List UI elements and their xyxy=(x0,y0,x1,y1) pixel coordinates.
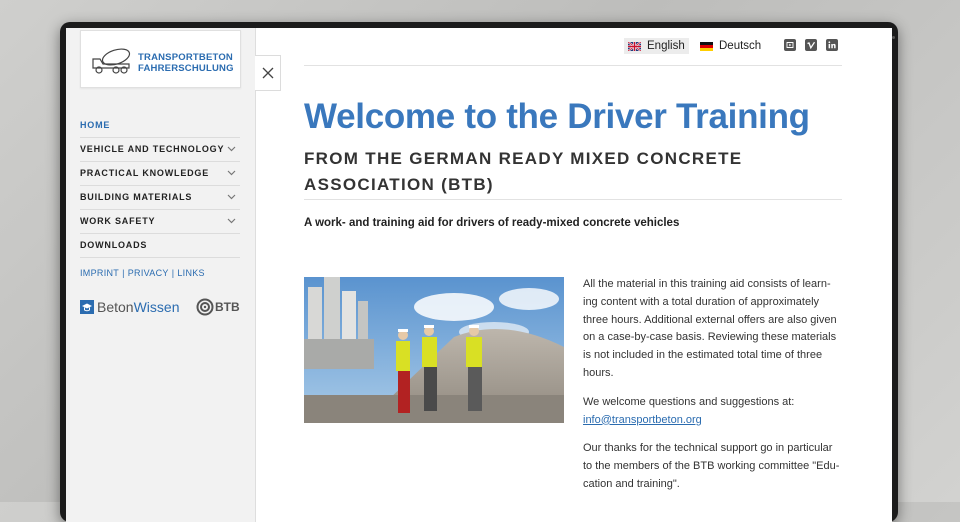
intro-paragraph-1: All the material in this training aid co… xyxy=(583,278,837,379)
concrete-plant-workers-image xyxy=(304,277,564,423)
divider xyxy=(80,257,240,258)
sidebar-item-label: HOME xyxy=(80,120,111,130)
chevron-down-icon[interactable] xyxy=(227,146,236,152)
sidebar-nav: HOME VEHICLE AND TECHNOLOGY PRACTICAL KN… xyxy=(80,114,240,257)
language-english[interactable]: English xyxy=(624,38,689,54)
logo-line-2: FAHRERSCHULUNG xyxy=(138,63,234,74)
top-bar: English Deutsch xyxy=(304,28,842,66)
sidebar-item-label: VEHICLE AND TECHNOLOGY xyxy=(80,144,225,154)
thanks-paragraph: Our thanks for the technical support go … xyxy=(583,442,840,490)
camera-dot xyxy=(892,36,895,39)
youtube-icon[interactable] xyxy=(784,39,796,51)
page-tagline: A work- and training aid for drivers of … xyxy=(304,217,680,229)
betonwissen-logo[interactable]: BetonWissen xyxy=(80,298,180,316)
linkedin-icon[interactable] xyxy=(826,39,838,51)
chevron-down-icon[interactable] xyxy=(227,218,236,224)
logo-wordmark: TRANSPORTBETON FAHRERSCHULUNG xyxy=(138,52,234,74)
link-separator: | xyxy=(122,268,125,278)
link-separator: | xyxy=(171,268,175,278)
page-subtitle: FROM THE GERMAN READY MIXED CONCRETE ASS… xyxy=(304,149,743,194)
sidebar-item-work-safety[interactable]: WORK SAFETY xyxy=(80,210,240,234)
sidebar-item-building-materials[interactable]: BUILDING MATERIALS xyxy=(80,186,240,210)
email-link[interactable]: info@transportbeton.org xyxy=(583,414,702,426)
sidebar-item-label: BUILDING MATERIALS xyxy=(80,192,193,202)
uk-flag-icon xyxy=(628,41,641,51)
germany-flag-icon xyxy=(700,41,713,51)
logo-line-1: TRANSPORTBETON xyxy=(138,52,233,63)
contact-paragraph: We welcome questions and suggestions at:… xyxy=(583,394,842,430)
language-german[interactable]: Deutsch xyxy=(696,38,765,54)
chevron-down-icon[interactable] xyxy=(227,170,236,176)
language-label: Deutsch xyxy=(719,40,762,52)
btb-emblem-icon xyxy=(196,298,214,316)
sidebar-item-practical-knowledge[interactable]: PRACTICAL KNOWLEDGE xyxy=(80,162,240,186)
betonwissen-wordmark: BetonWissen xyxy=(97,299,180,315)
hero-photo xyxy=(304,277,564,423)
sidebar-item-label: PRACTICAL KNOWLEDGE xyxy=(80,168,210,178)
sidebar-item-vehicle-and-technology[interactable]: VEHICLE AND TECHNOLOGY xyxy=(80,138,240,162)
close-icon xyxy=(262,67,273,79)
graduation-cap-icon xyxy=(80,300,94,314)
sidebar: TRANSPORTBETON FAHRERSCHULUNG HOME VEHIC… xyxy=(66,28,256,522)
privacy-link[interactable]: PRIVACY xyxy=(128,268,169,278)
sidebar-item-downloads[interactable]: DOWNLOADS xyxy=(80,234,240,257)
contact-text: We welcome questions and suggestions at: xyxy=(583,395,795,408)
page-title: Welcome to the Driver Training xyxy=(304,97,810,136)
tablet-frame: TRANSPORTBETON FAHRERSCHULUNG HOME VEHIC… xyxy=(60,22,898,522)
btb-logo[interactable]: BTB xyxy=(196,296,240,318)
chevron-down-icon[interactable] xyxy=(227,194,236,200)
site-logo[interactable]: TRANSPORTBETON FAHRERSCHULUNG xyxy=(80,30,241,88)
footer-links: IMPRINT | PRIVACY | LINKS xyxy=(80,268,205,278)
sidebar-item-label: DOWNLOADS xyxy=(80,240,148,250)
imprint-link[interactable]: IMPRINT xyxy=(80,268,119,278)
intro-text: All the material in this training aid co… xyxy=(583,276,842,505)
links-link[interactable]: LINKS xyxy=(177,268,205,278)
close-sidebar-button[interactable] xyxy=(255,55,281,91)
browser-viewport: TRANSPORTBETON FAHRERSCHULUNG HOME VEHIC… xyxy=(66,28,892,522)
language-label: English xyxy=(647,40,685,52)
sidebar-item-label: WORK SAFETY xyxy=(80,216,156,226)
vimeo-icon[interactable] xyxy=(805,39,817,51)
btb-wordmark: BTB xyxy=(215,300,240,314)
concrete-mixer-truck-icon xyxy=(92,48,131,74)
divider xyxy=(304,199,842,200)
sidebar-item-home[interactable]: HOME xyxy=(80,114,240,138)
